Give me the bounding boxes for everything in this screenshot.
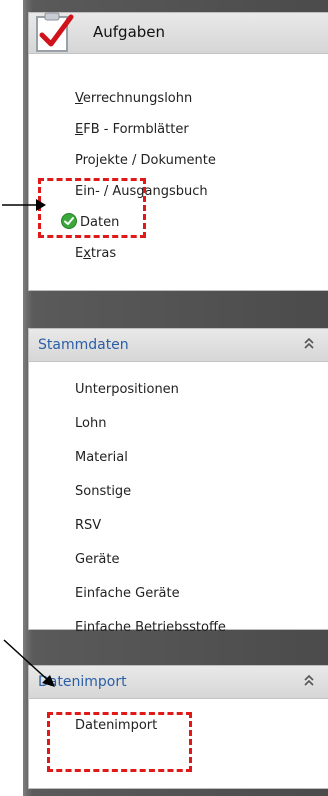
annotation-arrow-datenimport: [3, 639, 55, 687]
stammdaten-item-material[interactable]: Material: [75, 441, 226, 475]
stammdaten-item-unterpositionen[interactable]: Unterpositionen: [75, 373, 226, 407]
stammdaten-item-sonstige[interactable]: Sonstige: [75, 475, 226, 509]
clipboard-check-icon: [36, 12, 74, 52]
stammdaten-item-geraete[interactable]: Geräte: [75, 543, 226, 577]
panel-datenimport-header[interactable]: Datenimport: [29, 666, 328, 699]
annotation-arrow-daten: [2, 199, 46, 211]
accel-key: x: [83, 246, 91, 261]
panel-stammdaten-header[interactable]: Stammdaten: [29, 329, 328, 362]
item-label: errechnungslohn: [82, 91, 193, 106]
item-label: Projekte / Dokumente: [75, 153, 216, 168]
aufgaben-item-efb-formblaetter[interactable]: EFB - Formblätter: [75, 114, 216, 145]
item-label-prefix: E: [75, 246, 84, 261]
panel-aufgaben-title: Aufgaben: [93, 23, 166, 41]
aufgaben-list: Verrechnungslohn EFB - Formblätter Proje…: [61, 83, 216, 269]
aufgaben-item-extras[interactable]: Extras: [75, 238, 216, 269]
stammdaten-list: Unterpositionen Lohn Material Sonstige R…: [75, 373, 226, 645]
panel-aufgaben: Aufgaben Verrechnungslohn EFB - Formblät…: [28, 12, 328, 291]
accel-key: E: [75, 122, 84, 137]
stammdaten-item-einfache-betriebsstoffe[interactable]: Einfache Betriebsstoffe: [75, 611, 226, 645]
panel-stammdaten-title: Stammdaten: [38, 337, 129, 353]
accel-key: V: [75, 91, 83, 106]
stammdaten-item-einfache-geraete[interactable]: Einfache Geräte: [75, 577, 226, 611]
item-label: tras: [90, 246, 117, 261]
panel-aufgaben-header[interactable]: Aufgaben: [29, 12, 328, 54]
chevron-up-icon[interactable]: [303, 674, 315, 688]
highlight-box-datenimport: [47, 712, 192, 772]
chevron-up-icon[interactable]: [303, 337, 315, 351]
stammdaten-item-rsv[interactable]: RSV: [75, 509, 226, 543]
aufgaben-item-projekte-dokumente[interactable]: Projekte / Dokumente: [75, 145, 216, 176]
stammdaten-item-lohn[interactable]: Lohn: [75, 407, 226, 441]
item-label: FB - Formblätter: [83, 122, 189, 137]
aufgaben-item-verrechnungslohn[interactable]: Verrechnungslohn: [75, 83, 216, 114]
panel-stammdaten: Stammdaten Unterpositionen Lohn Material…: [28, 328, 328, 635]
highlight-box-daten: [38, 178, 146, 238]
